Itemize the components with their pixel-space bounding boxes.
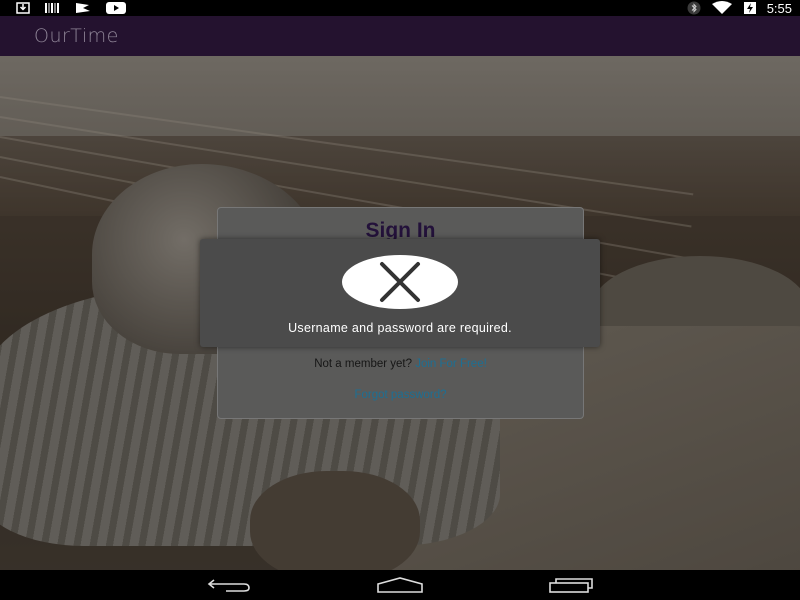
youtube-icon bbox=[106, 2, 126, 14]
not-member-text: Not a member yet? bbox=[314, 358, 412, 370]
barcode-icon bbox=[45, 3, 59, 13]
home-button[interactable] bbox=[375, 574, 425, 596]
navigation-bar bbox=[0, 570, 800, 600]
bluetooth-icon bbox=[687, 1, 701, 15]
app-bar: OurTime bbox=[0, 16, 800, 56]
back-button[interactable] bbox=[204, 574, 254, 596]
error-message: Username and password are required. bbox=[288, 321, 512, 335]
status-time: 5:55 bbox=[766, 0, 792, 16]
flag-icon bbox=[76, 3, 90, 13]
app-logo: OurTime bbox=[34, 25, 119, 47]
wifi-icon bbox=[711, 1, 732, 14]
back-icon bbox=[207, 579, 250, 592]
error-toast: Username and password are required. bbox=[200, 239, 600, 347]
error-badge bbox=[342, 255, 458, 309]
recent-apps-button[interactable] bbox=[546, 574, 596, 596]
home-icon bbox=[377, 577, 423, 593]
status-bar: 5:55 bbox=[0, 0, 800, 16]
forgot-password-link[interactable]: Forgot password? bbox=[218, 389, 583, 401]
download-icon bbox=[16, 2, 30, 14]
battery-charging-icon bbox=[743, 2, 756, 14]
join-free-link[interactable]: Join For Free! bbox=[415, 358, 487, 370]
close-icon bbox=[380, 262, 420, 302]
recent-apps-icon bbox=[549, 578, 593, 593]
member-prompt: Not a member yet? Join For Free! bbox=[218, 358, 583, 370]
